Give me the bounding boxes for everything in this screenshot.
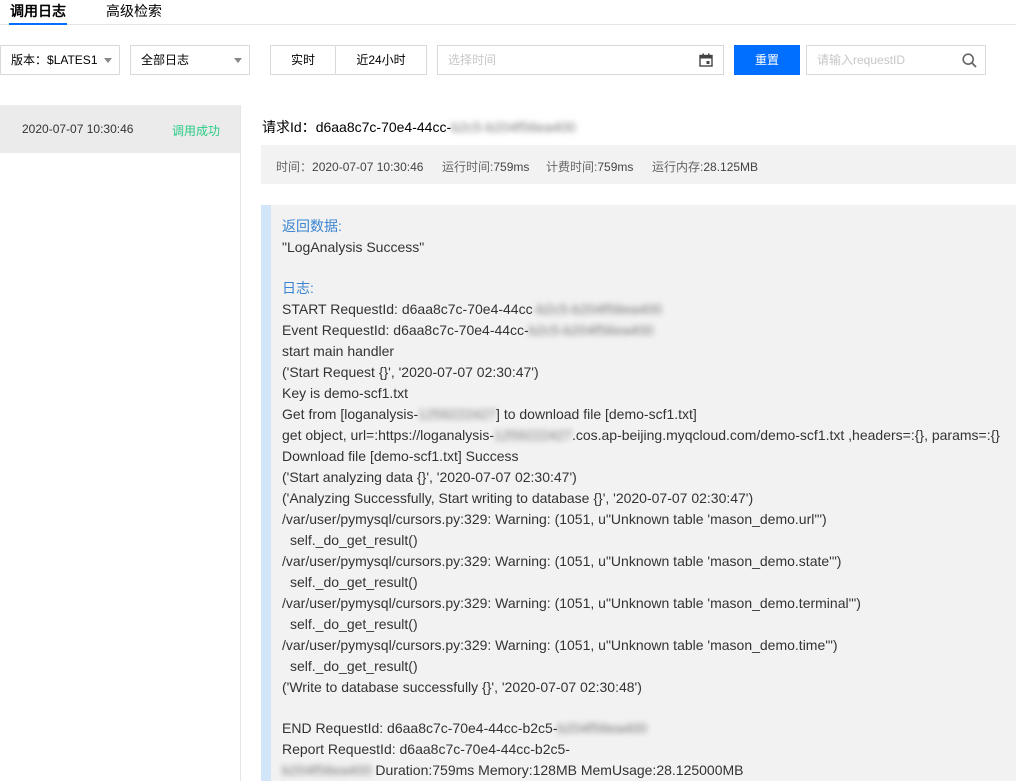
meta-time-value: 2020-07-07 10:30:46 (312, 160, 424, 174)
request-id-input[interactable] (807, 46, 985, 74)
meta-memory: 运行内存:28.125MB (652, 158, 758, 175)
tab-bar: 调用日志 高级检索 (0, 0, 1016, 25)
request-id-search[interactable] (806, 45, 986, 75)
log-line: self._do_get_result() (290, 532, 418, 548)
log-line: Download file [demo-scf1.txt] Success (282, 448, 519, 464)
log-text: START RequestId: d6aa8c7c-70e4-44cc (282, 301, 533, 317)
list-item[interactable]: 2020-07-07 10:30:46 调用成功 (0, 105, 240, 153)
meta-memory-label: 运行内存: (652, 160, 704, 174)
log-heading: 日志: (282, 280, 314, 296)
log-line: START RequestId: d6aa8c7c-70e4-44cc-b2c5… (282, 299, 1000, 320)
log-output-panel: 返回数据: "LogAnalysis Success" 日志: START Re… (261, 205, 1016, 781)
log-text: Event RequestId: d6aa8c7c-70e4-44cc- (282, 322, 529, 338)
meta-billed-value: 759ms (597, 160, 634, 174)
log-text: .cos.ap-beijing.myqcloud.com/demo-scf1.t… (571, 427, 1000, 443)
status-badge: 调用成功 (171, 124, 220, 138)
log-warning: /var/user/pymysql/cursors.py:329: Warnin… (282, 553, 842, 569)
chevron-down-icon (104, 58, 112, 63)
invocation-meta: 时间：2020-07-07 10:30:46 运行时间:759ms 计费时间:7… (261, 145, 1016, 184)
redacted-text: 1259222427 (418, 406, 497, 422)
log-line: self._do_get_result() (290, 658, 418, 674)
meta-billed-label: 计费时间: (546, 160, 598, 174)
log-text: ] to download file [demo-scf1.txt] (496, 406, 697, 422)
log-line: Get from [loganalysis-1259222427] to dow… (282, 404, 1000, 425)
log-line: ('Start analyzing data {}', '2020-07-07 … (282, 469, 577, 485)
redacted-text: b2c5-b204f56ea400 (528, 322, 654, 338)
return-data-value: "LogAnalysis Success" (282, 239, 425, 255)
log-line: ('Analyzing Successfully, Start writing … (282, 490, 754, 506)
log-text: Get from [loganalysis- (282, 406, 419, 422)
log-line: Key is demo-scf1.txt (282, 385, 409, 401)
return-data-heading: 返回数据: (282, 218, 342, 234)
last-24h-button[interactable]: 近24小时 (335, 45, 427, 75)
log-list: 2020-07-07 10:30:46 调用成功 (0, 105, 241, 781)
log-line: Report RequestId: d6aa8c7c-70e4-44cc-b2c… (282, 741, 570, 757)
redacted-text: -b2c5-b204f56ea400 (532, 301, 662, 317)
log-type-select[interactable]: 全部日志 (130, 45, 250, 75)
redacted-text: b204f56ea400 (282, 762, 372, 778)
tab-advanced-search[interactable]: 高级检索 (106, 2, 162, 25)
meta-duration-label: 运行时间: (442, 160, 494, 174)
version-label: 版本： (11, 53, 48, 67)
calendar-icon[interactable] (699, 53, 713, 67)
meta-memory-value: 28.125MB (703, 160, 759, 174)
log-line: ('Start Request {}', '2020-07-07 02:30:4… (282, 364, 539, 380)
request-id-label: 请求Id： (262, 119, 316, 135)
date-picker[interactable] (437, 45, 724, 75)
meta-time: 时间：2020-07-07 10:30:46 (276, 158, 423, 175)
redacted-text: b204f56ea400 (557, 720, 648, 736)
request-id-redacted: b2c5-b204f56ea400 (451, 119, 576, 135)
version-select[interactable]: 版本：$LATES1 (0, 45, 120, 75)
chevron-down-icon (234, 58, 242, 63)
log-item-time: 2020-07-07 10:30:46 (22, 122, 134, 136)
log-text: Duration:759ms Memory:128MB MemUsage:28.… (371, 762, 744, 778)
redacted-text: 1259222427 (494, 427, 572, 443)
log-warning: /var/user/pymysql/cursors.py:329: Warnin… (282, 595, 861, 611)
log-warning: /var/user/pymysql/cursors.py:329: Warnin… (282, 511, 827, 527)
log-line: self._do_get_result() (290, 574, 418, 590)
log-line: END RequestId: d6aa8c7c-70e4-44cc-b2c5-b… (282, 718, 1000, 739)
log-text: END RequestId: d6aa8c7c-70e4-44cc-b2c5- (282, 720, 558, 736)
realtime-button[interactable]: 实时 (270, 45, 336, 75)
log-warning: /var/user/pymysql/cursors.py:329: Warnin… (282, 637, 838, 653)
log-line: start main handler (282, 343, 395, 359)
log-line: ('Write to database successfully {}', '2… (282, 679, 642, 695)
search-icon[interactable] (962, 53, 977, 68)
meta-duration: 运行时间:759ms (442, 158, 529, 175)
log-line: b204f56ea400 Duration:759ms Memory:128MB… (282, 760, 1000, 781)
meta-time-label: 时间： (276, 160, 313, 174)
meta-billed: 计费时间:759ms (546, 158, 633, 175)
log-line: Event RequestId: d6aa8c7c-70e4-44cc-b2c5… (282, 320, 1000, 341)
log-line: self._do_get_result() (290, 616, 418, 632)
version-value: $LATES1 (47, 53, 98, 67)
log-content: 返回数据: "LogAnalysis Success" 日志: START Re… (282, 216, 1000, 781)
reset-button[interactable]: 重置 (734, 45, 800, 75)
request-id-value: d6aa8c7c-70e4-44cc- (315, 119, 452, 135)
log-type-value: 全部日志 (141, 53, 190, 67)
log-line: get object, url=:https://loganalysis-125… (282, 425, 1000, 446)
log-text: get object, url=:https://loganalysis- (282, 427, 495, 443)
tab-invoke-log[interactable]: 调用日志 (9, 2, 67, 25)
meta-duration-value: 759ms (493, 160, 530, 174)
date-input[interactable] (438, 46, 723, 74)
request-id-title: 请求Id：d6aa8c7c-70e4-44cc-b2c5-b204f56ea40… (262, 117, 576, 137)
